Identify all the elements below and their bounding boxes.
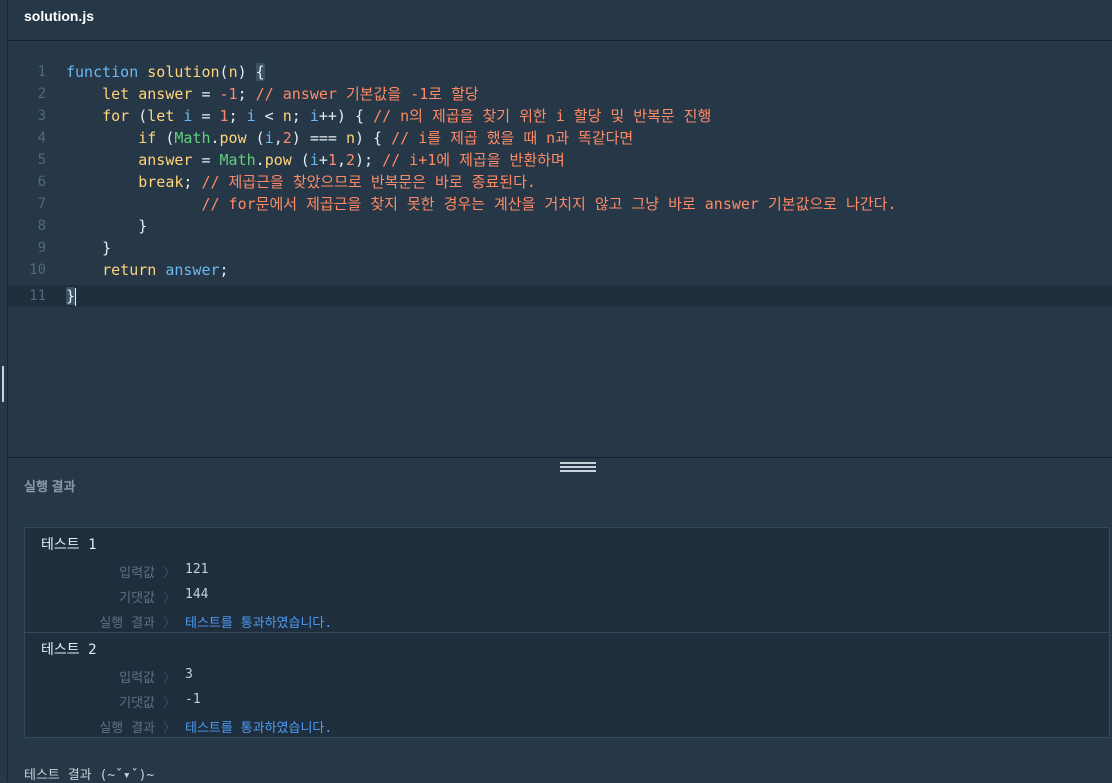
code-text: for (let i = 1; i < n; i++) { // n의 제곱을 … [102, 107, 712, 125]
split-drag-handle[interactable] [560, 462, 596, 472]
test-case-2: 테스트 2 입력값 〉 3 기댓값 〉 -1 실행 결과 〉 테스트를 통과하였… [24, 632, 1110, 738]
separator-icon: 〉 [163, 671, 177, 686]
line-number: 11 [29, 288, 46, 304]
code-line-active[interactable]: 11 } [8, 285, 1112, 307]
expected-value: -1 [185, 692, 201, 707]
code-line[interactable]: 9 } [8, 237, 1112, 259]
result-value: 테스트를 통과하였습니다. [185, 721, 333, 736]
results-header: 실행 결과 [8, 457, 1112, 513]
expected-value: 144 [185, 587, 209, 602]
input-value: 121 [185, 562, 209, 577]
text-cursor [75, 287, 77, 306]
results-panel-title: 실행 결과 [24, 479, 76, 494]
input-label: 입력값 [119, 566, 155, 581]
result-value: 테스트를 통과하였습니다. [185, 616, 333, 631]
code-line[interactable]: 1 function solution(n) { [8, 61, 1112, 83]
line-number: 3 [37, 108, 46, 124]
code-line[interactable]: 2 let answer = -1; // answer 기본값을 -1로 할당 [8, 83, 1112, 105]
code-text: break; // 제곱근을 찾았으므로 반복문은 바로 종료된다. [138, 173, 536, 191]
line-number: 9 [37, 240, 46, 256]
separator-icon: 〉 [163, 616, 177, 631]
input-label: 입력값 [119, 671, 155, 686]
separator-icon: 〉 [163, 721, 177, 736]
code-text: let answer = -1; // answer 기본값을 -1로 할당 [102, 85, 479, 103]
test-case-1: 테스트 1 입력값 〉 121 기댓값 〉 144 실행 결과 〉 테스트를 통… [24, 527, 1110, 633]
code-text: answer = Math.pow (i+1,2); // i+1에 제곱을 반… [138, 151, 565, 169]
expected-label: 기댓값 [119, 591, 155, 606]
code-text: } [66, 239, 112, 257]
line-number: 7 [37, 196, 46, 212]
separator-icon: 〉 [163, 566, 177, 581]
code-text: // for문에서 제곱근을 찾지 못한 경우는 계산을 거치지 않고 그냥 바… [201, 195, 897, 213]
line-number: 10 [29, 262, 46, 278]
result-label: 실행 결과 [99, 616, 155, 631]
code-text: } [66, 287, 77, 306]
test-summary-footer: 테스트 결과 (~ˇ▾ˇ)~ [24, 768, 155, 783]
code-line[interactable]: 4 if (Math.pow (i,2) === n) { // i를 제곱 했… [8, 127, 1112, 149]
separator-icon: 〉 [163, 591, 177, 606]
code-text: function solution(n) { [66, 63, 265, 81]
code-line[interactable]: 7 // for문에서 제곱근을 찾지 못한 경우는 계산을 거치지 않고 그냥… [8, 193, 1112, 215]
file-tab[interactable]: solution.js [24, 8, 94, 24]
test-name: 테스트 1 [41, 537, 97, 553]
code-editor[interactable]: 1 function solution(n) { 2 let answer = … [8, 41, 1112, 457]
input-value: 3 [185, 667, 193, 682]
editor-tab-bar: solution.js [8, 0, 1112, 41]
result-label: 실행 결과 [99, 721, 155, 736]
code-line[interactable]: 6 break; // 제곱근을 찾았으므로 반복문은 바로 종료된다. [8, 171, 1112, 193]
code-text: if (Math.pow (i,2) === n) { // i를 제곱 했을 … [138, 129, 634, 147]
code-line[interactable]: 10 return answer; [8, 259, 1112, 281]
line-number: 4 [37, 130, 46, 146]
code-text: } [66, 217, 148, 235]
panel-resize-handle[interactable] [2, 366, 4, 402]
line-number: 6 [37, 174, 46, 190]
code-line[interactable]: 8 } [8, 215, 1112, 237]
line-number: 1 [37, 64, 46, 80]
line-number: 5 [37, 152, 46, 168]
code-line[interactable]: 3 for (let i = 1; i < n; i++) { // n의 제곱… [8, 105, 1112, 127]
results-panel: 테스트 1 입력값 〉 121 기댓값 〉 144 실행 결과 〉 테스트를 통… [8, 512, 1112, 782]
expected-label: 기댓값 [119, 696, 155, 711]
separator-icon: 〉 [163, 696, 177, 711]
line-number: 8 [37, 218, 46, 234]
code-text: return answer; [102, 261, 229, 279]
line-number: 2 [37, 86, 46, 102]
code-line[interactable]: 5 answer = Math.pow (i+1,2); // i+1에 제곱을… [8, 149, 1112, 171]
test-name: 테스트 2 [41, 642, 97, 658]
